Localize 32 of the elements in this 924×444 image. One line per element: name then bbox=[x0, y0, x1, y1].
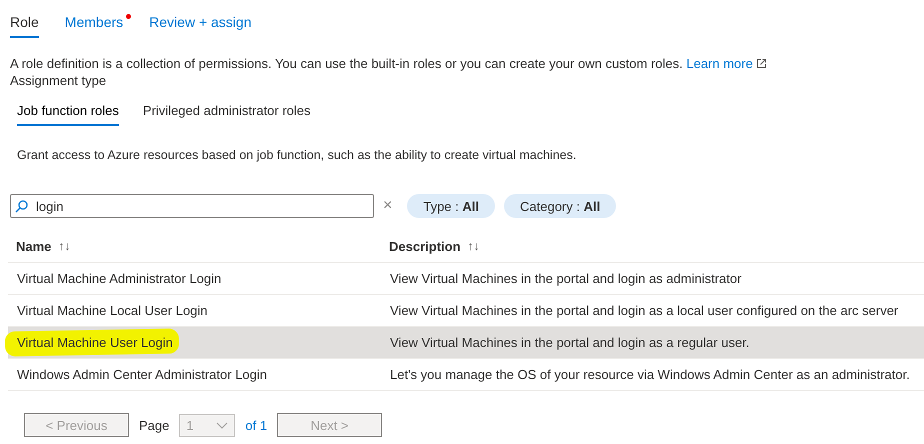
search-field[interactable]: login bbox=[10, 194, 374, 218]
table-cell: Windows Admin Center Administrator Login bbox=[17, 367, 268, 382]
sort-icon[interactable]: ↑↓ bbox=[58, 239, 70, 253]
sort-icon[interactable]: ↑↓ bbox=[468, 239, 480, 253]
table-cell: Virtual Machine Administrator Login bbox=[17, 271, 222, 286]
table-cell: View Virtual Machines in the portal and login as a regular user. bbox=[390, 335, 750, 350]
table-cell: Virtual Machine Local User Login bbox=[17, 303, 208, 318]
description-text: Grant access to Azure resources based on job function, such as the ability to create virtual machines. bbox=[16, 147, 578, 162]
table-cell: View Virtual Machines in the portal and login as administrator bbox=[390, 271, 742, 286]
filter-pill[interactable]: Category : All bbox=[504, 194, 616, 218]
table-cell: Virtual Machine User Login bbox=[17, 335, 173, 350]
page-count: of 1 bbox=[245, 418, 268, 432]
tab[interactable]: Review + assign bbox=[149, 14, 252, 36]
chevron-down-icon bbox=[216, 422, 228, 428]
tab[interactable]: Role bbox=[10, 14, 39, 38]
learn-more-link[interactable]: Learn more bbox=[686, 56, 753, 71]
search-icon bbox=[15, 200, 28, 212]
page-label: Page bbox=[139, 418, 170, 432]
external-link-icon bbox=[756, 58, 767, 69]
clear-button[interactable]: × bbox=[383, 197, 392, 215]
tab[interactable]: Privileged administrator roles bbox=[142, 103, 311, 126]
filter-pill[interactable]: Type : All bbox=[407, 194, 495, 218]
intro-text: A role definition is a collection of permissions. You can use the built-in roles or you can create your own custom roles. Learn more bbox=[10, 56, 753, 71]
column-header[interactable]: Name bbox=[16, 238, 52, 254]
tab[interactable]: Job function roles bbox=[17, 103, 119, 126]
tab[interactable]: Members bbox=[64, 14, 124, 36]
table-cell: Let's you manage the OS of your resource via Windows Admin Center as an administrator. bbox=[390, 367, 910, 382]
table-cell: View Virtual Machines in the portal and login as a local user configured on the arc server bbox=[390, 303, 898, 318]
column-header[interactable]: Description bbox=[389, 238, 461, 254]
table-row[interactable]: Virtual Machine Administrator Login View Virtual Machines in the portal and login as administrator bbox=[8, 263, 924, 295]
assignment-type-label: Assignment type bbox=[10, 73, 106, 88]
table-row[interactable]: Windows Admin Center Administrator Login Let's you manage the OS of your resource via Windows Admin Center as an administrator. bbox=[8, 359, 924, 391]
